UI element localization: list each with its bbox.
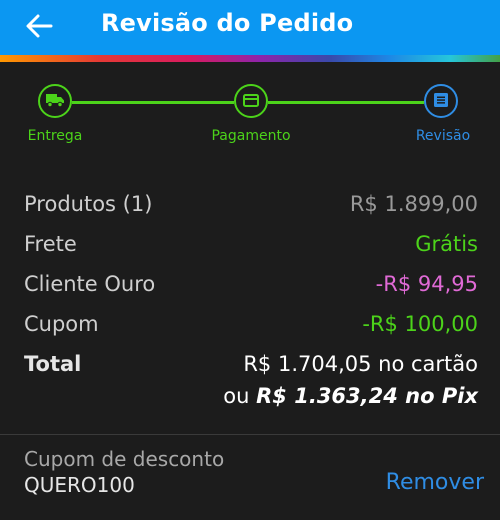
- pix-prefix: ou: [223, 384, 250, 408]
- coupon-code: QUERO100: [24, 473, 135, 497]
- app-bar: Revisão do Pedido: [0, 0, 500, 55]
- total-pix-price: R$ 1.363,24 no Pix: [256, 384, 478, 408]
- page-title: Revisão do Pedido: [101, 9, 354, 37]
- header-accent-stripe: [0, 55, 500, 62]
- step-entrega[interactable]: [38, 84, 72, 118]
- step-label-revisao: Revisão: [415, 128, 471, 144]
- coupon-value: -R$ 100,00: [362, 312, 478, 336]
- shipping-label: Frete: [24, 232, 77, 256]
- summary-row-shipping: Frete Grátis: [24, 228, 478, 260]
- total-card-price: R$ 1.704,05 no cartão: [243, 352, 478, 376]
- step-label-pagamento: Pagamento: [211, 128, 291, 144]
- coupon-label: Cupom: [24, 312, 99, 336]
- truck-icon: [46, 92, 64, 111]
- coupon-section-label: Cupom de desconto: [24, 447, 225, 471]
- step-label-entrega: Entrega: [27, 128, 83, 144]
- remove-coupon-button[interactable]: Remover: [386, 470, 484, 495]
- checkout-stepper: Entrega Pagamento Revisão: [0, 62, 500, 162]
- summary-row-products: Produtos (1) R$ 1.899,00: [24, 188, 478, 220]
- step-revisao[interactable]: [424, 84, 458, 118]
- total-pix-line: ou R$ 1.363,24 no Pix: [223, 380, 478, 412]
- step-connector: [72, 101, 234, 104]
- products-value: R$ 1.899,00: [349, 192, 478, 216]
- summary-row-gold-client: Cliente Ouro -R$ 94,95: [24, 268, 478, 300]
- summary-row-coupon: Cupom -R$ 100,00: [24, 308, 478, 340]
- card-icon: [243, 92, 259, 111]
- step-pagamento[interactable]: [234, 84, 268, 118]
- gold-client-value: -R$ 94,95: [375, 272, 478, 296]
- total-values: R$ 1.704,05 no cartão ou R$ 1.363,24 no …: [223, 348, 478, 412]
- coupon-section: Cupom de desconto QUERO100: [24, 446, 224, 498]
- total-label: Total: [24, 352, 82, 376]
- step-connector: [268, 101, 424, 104]
- summary-row-total: Total R$ 1.704,05 no cartão ou R$ 1.363,…: [24, 348, 478, 414]
- shipping-value: Grátis: [415, 232, 478, 256]
- back-arrow-icon[interactable]: [24, 12, 54, 40]
- products-label: Produtos (1): [24, 192, 153, 216]
- section-divider: [0, 434, 500, 435]
- gold-client-label: Cliente Ouro: [24, 272, 156, 296]
- list-icon: [434, 92, 448, 111]
